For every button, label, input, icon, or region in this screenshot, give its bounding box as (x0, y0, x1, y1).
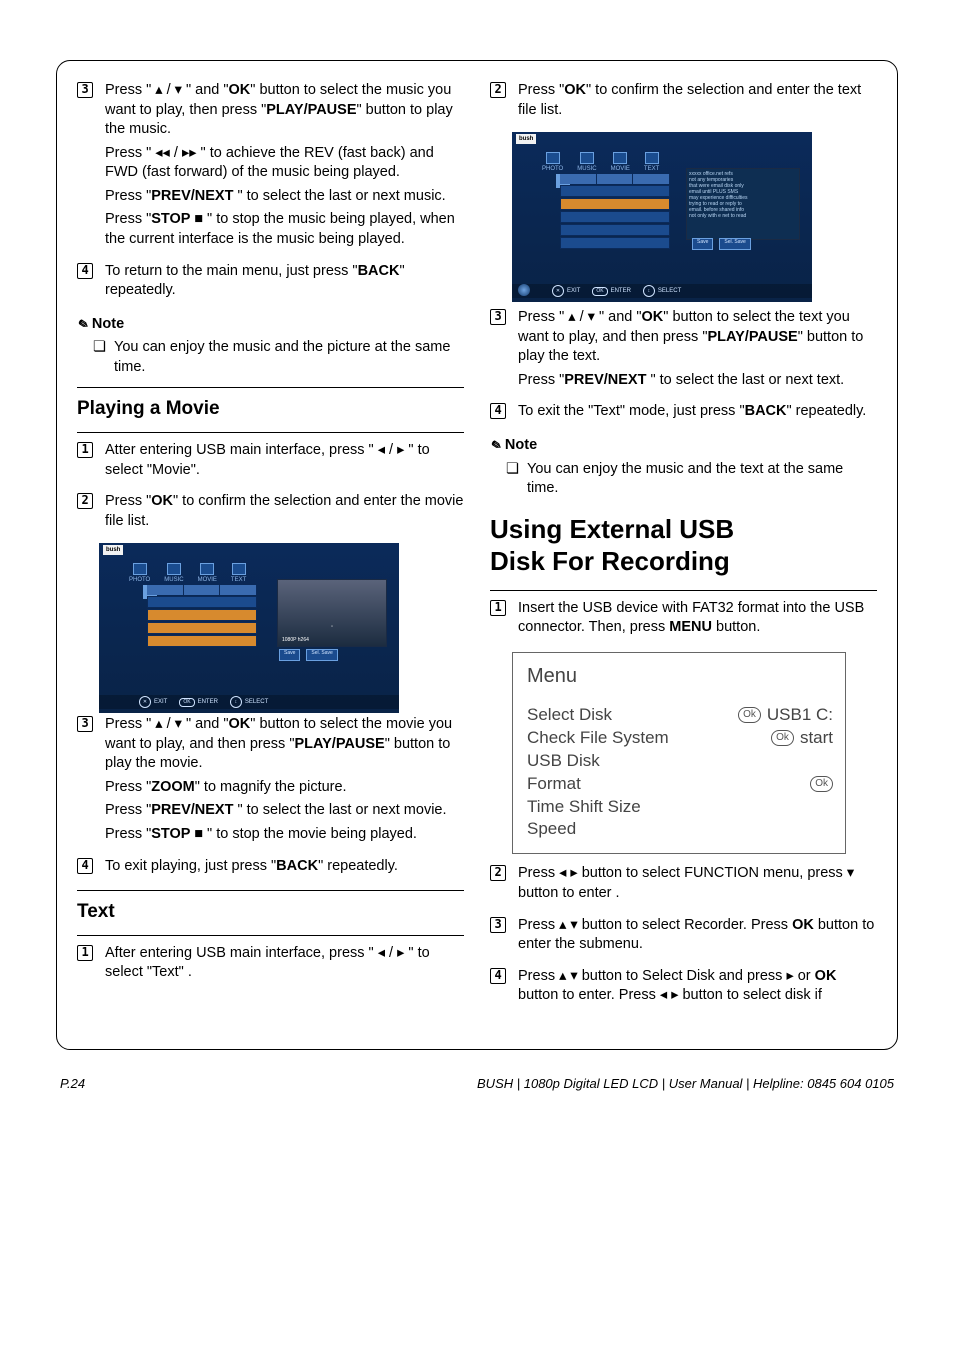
step-number-icon: 4 (490, 402, 508, 420)
movie-step-3: 3 Press " ▴ / ▾ " and "OK" button to sel… (77, 715, 464, 848)
left-icon: ◂ (378, 442, 385, 458)
movie-step-2: 2 Press "OK" to confirm the selection an… (77, 492, 464, 535)
section-title-text: Text (77, 899, 464, 925)
text-step-3: 3 Press " ▴ / ▾ " and "OK" button to sel… (490, 308, 877, 394)
step-number-icon: 3 (77, 715, 95, 733)
music-step-3: 3 Press " ▴ / ▾ " and "OK" button to sel… (77, 81, 464, 254)
rec-step-4: 4 Press ▴ ▾ button to Select Disk and pr… (490, 967, 877, 1010)
mode-icons: PHOTO MUSIC MOVIE TEXT (542, 152, 659, 173)
step-number-icon: 3 (77, 81, 95, 99)
pencil-icon: ✎ (487, 436, 503, 456)
text-preview: xxxxx office.net refs not any temporarie… (686, 168, 800, 240)
content-frame: 3 Press " ▴ / ▾ " and "OK" button to sel… (56, 60, 898, 1050)
divider (77, 935, 464, 936)
pencil-icon: ✎ (74, 314, 90, 334)
stop-icon: ■ (194, 211, 203, 227)
note-bullet-icon: ❏ (93, 338, 106, 377)
text-screenshot: bush PHOTO MUSIC MOVIE TEXT xxxxx office… (512, 132, 812, 302)
right-icon: ▸ (786, 968, 793, 984)
step-number-icon: 4 (77, 857, 95, 875)
logo: bush (103, 545, 123, 555)
down-icon: ▾ (175, 82, 182, 98)
menu-row-select-disk: Select Disk Ok USB1 C: (527, 704, 833, 727)
step-number-icon: 4 (490, 967, 508, 985)
step-number-icon: 2 (490, 864, 508, 882)
step-number-icon: 2 (490, 81, 508, 99)
step-number-icon: 1 (77, 944, 95, 962)
ok-chip-icon: Ok (810, 776, 833, 792)
note-body: ❏ You can enjoy the music and the pictur… (93, 338, 464, 377)
left-icon: ◂ (559, 865, 566, 881)
note-heading: ✎ Note (490, 436, 877, 456)
up-icon: ▴ (559, 968, 566, 984)
down-icon: ▾ (588, 309, 595, 325)
rec-step-1: 1 Insert the USB device with FAT32 forma… (490, 599, 877, 642)
right-column: 2 Press "OK" to confirm the selection an… (490, 81, 877, 1025)
step-number-icon: 2 (77, 492, 95, 510)
ok-chip-icon: Ok (738, 707, 761, 723)
page-footer: P.24 BUSH | 1080p Digital LED LCD | User… (56, 1076, 898, 1091)
screenshot-footer: ✕EXIT OKENTER ↕SELECT (99, 695, 399, 709)
text: Press " (105, 82, 155, 98)
forward-icon: ▸▸ (182, 145, 197, 161)
rec-step-2: 2 Press ◂ ▸ button to select FUNCTION me… (490, 864, 877, 907)
movie-screenshot: bush PHOTO MUSIC MOVIE TEXT 10 (99, 543, 399, 713)
note-heading: ✎ Note (77, 315, 464, 335)
down-icon: ▾ (847, 865, 854, 881)
text-step-4: 4 To exit the "Text" mode, just press "B… (490, 402, 877, 426)
divider (77, 432, 464, 433)
menu-title: Menu (527, 663, 833, 690)
rewind-icon: ◂◂ (155, 145, 170, 161)
screenshot-footer: ✕EXIT OKENTER ↕SELECT (512, 284, 812, 298)
left-icon: ◂ (378, 945, 385, 961)
divider (77, 387, 464, 388)
footer-text: BUSH | 1080p Digital LED LCD | User Manu… (477, 1076, 894, 1091)
right-icon: ▸ (570, 865, 577, 881)
text-step-1: 1 After entering USB main interface, pre… (77, 944, 464, 987)
menu-row-speed: Speed (527, 818, 833, 841)
step-number-icon: 3 (490, 916, 508, 934)
menu-row-usb-disk: USB Disk (527, 750, 833, 773)
stop-icon: ■ (194, 826, 203, 842)
step-number-icon: 3 (490, 308, 508, 326)
section-title-usb-recording: Using External USB Disk For Recording (490, 513, 877, 578)
globe-icon (518, 284, 530, 296)
page-number: P.24 (60, 1076, 85, 1091)
left-icon: ◂ (660, 987, 667, 1003)
down-icon: ▾ (570, 917, 577, 933)
up-icon: ▴ (155, 82, 162, 98)
up-icon: ▴ (559, 917, 566, 933)
movie-preview: 1080P h264 (277, 579, 387, 647)
recorder-menu-diagram: Menu Select Disk Ok USB1 C: Check File S… (512, 652, 846, 855)
music-step-4: 4 To return to the main menu, just press… (77, 262, 464, 305)
menu-row-check-fs: Check File System Ok start (527, 727, 833, 750)
rec-step-3: 3 Press ▴ ▾ button to select Recorder. P… (490, 916, 877, 959)
movie-step-4: 4 To exit playing, just press "BACK" rep… (77, 857, 464, 881)
step-number-icon: 4 (77, 262, 95, 280)
menu-row-format: Format Ok (527, 773, 833, 796)
step-number-icon: 1 (77, 441, 95, 459)
note-bullet-icon: ❏ (506, 460, 519, 499)
file-list (147, 585, 257, 647)
step-number-icon: 1 (490, 599, 508, 617)
movie-step-1: 1 Atter entering USB main interface, pre… (77, 441, 464, 484)
text-step-2: 2 Press "OK" to confirm the selection an… (490, 81, 877, 124)
divider (77, 890, 464, 891)
note-body: ❏ You can enjoy the music and the text a… (506, 460, 877, 499)
section-title-movie: Playing a Movie (77, 396, 464, 422)
file-list (560, 174, 670, 249)
up-icon: ▴ (155, 716, 162, 732)
down-icon: ▾ (570, 968, 577, 984)
divider (490, 590, 877, 591)
down-icon: ▾ (175, 716, 182, 732)
mode-icons: PHOTO MUSIC MOVIE TEXT (129, 563, 246, 584)
left-column: 3 Press " ▴ / ▾ " and "OK" button to sel… (77, 81, 464, 1025)
up-icon: ▴ (568, 309, 575, 325)
menu-row-time-shift: Time Shift Size (527, 796, 833, 819)
logo: bush (516, 134, 536, 144)
ok-chip-icon: Ok (771, 730, 794, 746)
